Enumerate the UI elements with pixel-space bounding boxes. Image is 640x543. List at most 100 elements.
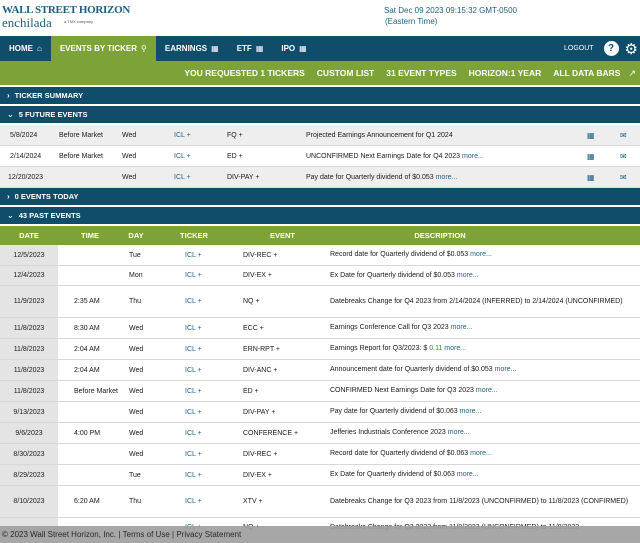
email-icon[interactable]: ✉	[620, 146, 627, 167]
description-text: Projected Earnings Announcement for Q1 2…	[306, 132, 453, 139]
help-icon[interactable]: ?	[603, 41, 619, 56]
event-type[interactable]: DIV-EX +	[243, 465, 272, 485]
nav-earnings[interactable]: EARNINGS ▦	[156, 36, 228, 61]
event-type[interactable]: ED +	[227, 146, 243, 167]
event-type[interactable]: DIV-REC +	[243, 245, 277, 265]
event-day: Wed	[129, 408, 144, 416]
section-title: 5 FUTURE EVENTS	[18, 110, 88, 119]
col-date[interactable]: DATE	[0, 226, 58, 245]
requested-tickers[interactable]: YOU REQUESTED 1 TICKERS	[178, 68, 310, 78]
event-date: 12/5/2023	[0, 245, 58, 265]
ticker-link[interactable]: ICL +	[185, 402, 202, 422]
share-icon[interactable]: ↗	[626, 68, 636, 79]
more-link[interactable]: more...	[457, 272, 479, 279]
event-type[interactable]: CONFERENCE +	[243, 423, 298, 443]
section-events-today[interactable]: › 0 EVENTS TODAY	[0, 188, 640, 207]
more-link[interactable]: more...	[470, 251, 492, 258]
calendar-icon[interactable]: ▦	[587, 146, 595, 167]
event-description: Jefferies Industrials Conference 2023 mo…	[330, 423, 630, 443]
logout-link[interactable]: LOGOUT	[564, 45, 594, 52]
email-icon[interactable]: ✉	[620, 125, 627, 146]
ticker-link[interactable]: ICL +	[185, 286, 202, 317]
gear-icon[interactable]: ⚙	[625, 40, 638, 58]
ticker-link[interactable]: ICL +	[174, 125, 191, 146]
event-type[interactable]: FQ +	[227, 125, 243, 146]
more-link[interactable]: more...	[470, 450, 492, 457]
event-type[interactable]: ECC +	[243, 318, 264, 338]
privacy-link[interactable]: Privacy Statement	[176, 530, 241, 539]
ticker-link[interactable]: ICL +	[185, 465, 202, 485]
event-day: Tue	[129, 471, 141, 479]
horizon-button[interactable]: HORIZON:1 YEAR	[463, 68, 548, 78]
ticker-link[interactable]: ICL +	[174, 146, 191, 167]
col-ticker[interactable]: TICKER	[165, 226, 223, 245]
col-day[interactable]: DAY	[122, 226, 150, 245]
copyright: © 2023 Wall Street Horizon, Inc.	[2, 530, 117, 539]
event-type[interactable]: XTV +	[243, 486, 263, 517]
more-link[interactable]: more...	[476, 387, 498, 394]
row-cells: Before Market Wed ICL + ED + CONFIRMED Next …	[58, 381, 640, 401]
table-row: 11/8/2023 8:30 AM Wed ICL + ECC + Earnings Co…	[0, 318, 640, 339]
more-link[interactable]: more...	[448, 429, 470, 436]
terms-link[interactable]: Terms of Use	[123, 530, 170, 539]
more-link[interactable]: more...	[444, 345, 466, 352]
calendar-icon[interactable]: ▦	[587, 167, 595, 188]
data-bars-button[interactable]: ALL DATA BARS	[547, 68, 626, 78]
date-text: 9/13/2023	[13, 408, 45, 416]
section-past-events[interactable]: ⌄ 43 PAST EVENTS	[0, 207, 640, 226]
date-text: 8/30/2023	[13, 450, 45, 458]
ticker-link[interactable]: ICL +	[185, 486, 202, 517]
event-type[interactable]: NQ +	[243, 286, 260, 317]
chevron-right-icon: ›	[7, 91, 10, 100]
custom-list-button[interactable]: CUSTOM LIST	[311, 68, 380, 78]
section-ticker-summary[interactable]: › TICKER SUMMARY	[0, 87, 640, 106]
ticker-link[interactable]: ICL +	[185, 444, 202, 464]
event-date: 11/9/2023	[0, 286, 58, 317]
more-link[interactable]: more...	[436, 174, 458, 181]
more-link[interactable]: more...	[460, 408, 482, 415]
row-cells: 8:30 AM Wed ICL + ECC + Earnings Conference …	[58, 318, 640, 338]
table-row: 9/6/2023 4:00 PM Wed ICL + CONFERENCE + Jeffe…	[0, 423, 640, 444]
event-type[interactable]: DIV-PAY +	[243, 402, 276, 422]
nav-etf-label: ETF	[236, 44, 252, 53]
ticker-link[interactable]: ICL +	[185, 423, 202, 443]
more-link[interactable]: more...	[457, 471, 479, 478]
ticker-link[interactable]: ICL +	[185, 381, 202, 401]
nav-etf[interactable]: ETF ▦	[228, 36, 273, 61]
future-row: 2/14/2024 Before Market Wed ICL + ED + U…	[0, 146, 640, 167]
col-time[interactable]: TIME	[58, 226, 122, 245]
date-text: 8/29/2023	[13, 471, 45, 479]
event-type[interactable]: DIV-REC +	[243, 444, 277, 464]
nav-events-by-ticker[interactable]: EVENTS BY TICKER ⚲	[50, 36, 156, 61]
col-description[interactable]: DESCRIPTION	[330, 226, 550, 245]
event-type[interactable]: ED +	[243, 381, 259, 401]
more-link[interactable]: more...	[495, 366, 517, 373]
more-link[interactable]: more...	[462, 153, 484, 160]
date-text: 11/8/2023	[13, 366, 45, 374]
nav-ipo[interactable]: IPO ▦	[272, 36, 315, 61]
nav-home[interactable]: HOME ⌂	[0, 36, 51, 61]
chevron-down-icon: ⌄	[7, 211, 14, 220]
ticker-link[interactable]: ICL +	[185, 266, 202, 285]
calendar-icon[interactable]: ▦	[587, 125, 595, 146]
event-description: Pay date for Quarterly dividend of $0.06…	[330, 402, 630, 422]
col-event[interactable]: EVENT	[245, 226, 320, 245]
logo[interactable]: WALL STREET HORIZON enchilada a TMX comp…	[2, 4, 130, 32]
more-link[interactable]: more...	[451, 324, 473, 331]
ticker-link[interactable]: ICL +	[185, 318, 202, 338]
event-type[interactable]: DIV-EX +	[243, 266, 272, 285]
table-row: 11/9/2023 2:35 AM Thu ICL + NQ + Datebreaks C…	[0, 286, 640, 318]
event-type[interactable]: DIV-PAY +	[227, 167, 260, 188]
event-day: Mon	[129, 272, 143, 279]
event-type[interactable]: ERN-RPT +	[243, 339, 280, 359]
section-future-events[interactable]: ⌄ 5 FUTURE EVENTS	[0, 106, 640, 125]
event-types-button[interactable]: 31 EVENT TYPES	[380, 68, 462, 78]
event-day: Thu	[129, 298, 142, 305]
event-type[interactable]: DIV-ANC +	[243, 360, 277, 380]
email-icon[interactable]: ✉	[620, 167, 627, 188]
ticker-link[interactable]: ICL +	[174, 167, 191, 188]
ticker-link[interactable]: ICL +	[185, 245, 202, 265]
search-icon: ⚲	[141, 44, 147, 53]
ticker-link[interactable]: ICL +	[185, 339, 202, 359]
ticker-link[interactable]: ICL +	[185, 360, 202, 380]
